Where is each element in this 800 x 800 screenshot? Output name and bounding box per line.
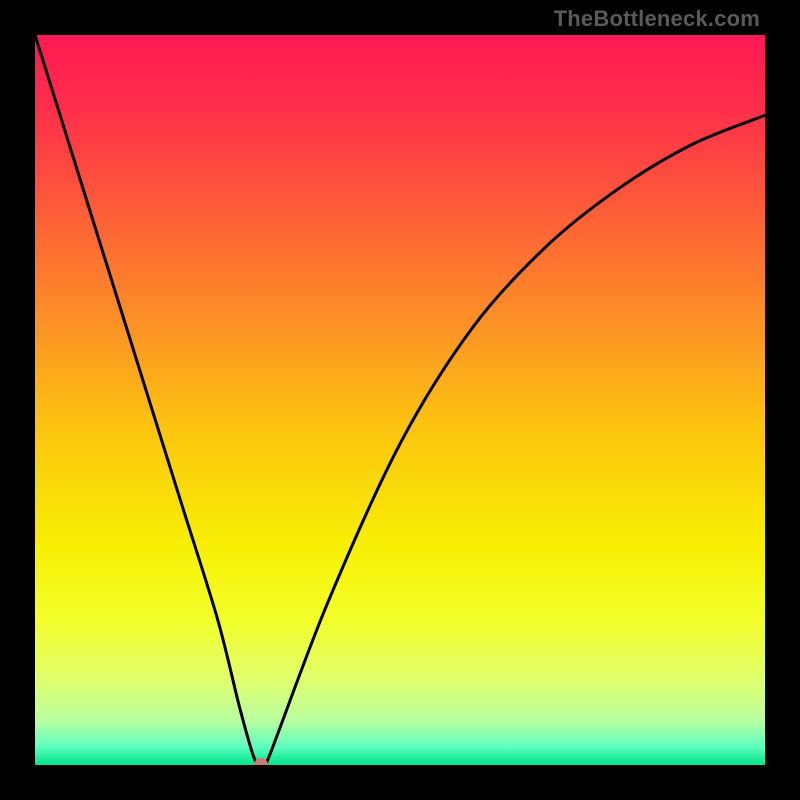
curve-layer [35,35,765,765]
plot-area [35,35,765,765]
watermark-text: TheBottleneck.com [554,6,760,32]
bottleneck-curve [35,35,765,765]
optimal-point-marker [254,758,268,765]
chart-frame: TheBottleneck.com [0,0,800,800]
